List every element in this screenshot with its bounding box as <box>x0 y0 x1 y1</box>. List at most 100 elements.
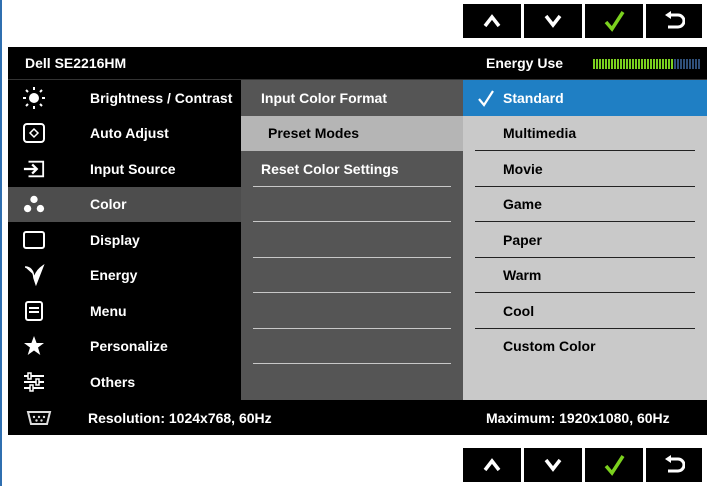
energy-meter-tick <box>620 59 622 69</box>
preset-option-label: Multimedia <box>503 125 577 142</box>
energy-meter-tick <box>659 59 661 69</box>
preset-option-movie[interactable]: Movie <box>463 151 707 187</box>
energy-icon <box>23 264 45 287</box>
maximum-resolution: Maximum: 1920x1080, 60Hz <box>486 410 670 426</box>
menu-item-personalize[interactable]: Personalize <box>8 329 241 365</box>
top-nav-buttons <box>463 4 702 38</box>
submenu-empty-row <box>241 329 463 365</box>
preset-option-label: Paper <box>503 231 542 248</box>
submenu-item-label: Input Color Format <box>261 89 387 106</box>
energy-meter-tick <box>692 59 694 69</box>
submenu-item-reset-color-settings[interactable]: Reset Color Settings <box>241 151 463 187</box>
menu-item-menu[interactable]: Menu <box>8 293 241 329</box>
menu-item-label: Auto Adjust <box>90 125 169 142</box>
ok-button[interactable] <box>585 4 643 38</box>
menu-item-label: Menu <box>90 302 127 319</box>
energy-meter-tick <box>599 59 601 69</box>
energy-meter-tick <box>656 59 658 69</box>
preset-option-paper[interactable]: Paper <box>463 222 707 258</box>
energy-meter-tick <box>662 59 664 69</box>
back-button[interactable] <box>646 4 702 38</box>
menu-item-label: Others <box>90 373 136 390</box>
checkmark-icon <box>604 455 625 476</box>
menu-item-brightness-contrast[interactable]: Brightness / Contrast <box>8 80 241 116</box>
input-source-icon <box>23 158 45 180</box>
osd-header: Dell SE2216HM Energy Use <box>8 47 707 80</box>
back-button[interactable] <box>646 448 702 482</box>
menu-item-auto-adjust[interactable]: Auto Adjust <box>8 116 241 152</box>
up-icon <box>483 458 501 472</box>
ok-button[interactable] <box>585 448 643 482</box>
preset-option-label: Movie <box>503 160 543 177</box>
bottom-nav-buttons <box>463 448 702 482</box>
energy-meter-tick <box>698 59 700 69</box>
preset-option-warm[interactable]: Warm <box>463 258 707 294</box>
energy-meter-tick <box>602 59 604 69</box>
down-icon <box>544 14 562 28</box>
preset-option-label: Warm <box>503 267 542 284</box>
energy-meter-tick <box>623 59 625 69</box>
preset-option-label: Game <box>503 196 542 213</box>
color-icon <box>23 193 45 215</box>
preset-option-label: Cool <box>503 302 535 319</box>
display-icon <box>23 229 45 251</box>
selected-checkmark-icon <box>477 89 495 112</box>
back-icon <box>665 11 685 29</box>
down-button[interactable] <box>524 448 582 482</box>
model-name: Dell SE2216HM <box>25 55 127 71</box>
energy-meter-tick <box>689 59 691 69</box>
menu-item-label: Personalize <box>90 338 168 355</box>
submenu-empty-row <box>241 222 463 258</box>
menu-item-color[interactable]: Color <box>8 186 241 222</box>
energy-meter-tick <box>608 59 610 69</box>
brightness-icon <box>23 86 45 109</box>
up-button[interactable] <box>463 4 521 38</box>
energy-meter-tick <box>626 59 628 69</box>
preset-option-game[interactable]: Game <box>463 187 707 223</box>
menu-item-others[interactable]: Others <box>8 364 241 400</box>
submenu-item-input-color-format[interactable]: Input Color Format <box>241 80 463 116</box>
preset-option-label: Custom Color <box>503 338 596 355</box>
menu-item-display[interactable]: Display <box>8 222 241 258</box>
energy-meter-tick <box>641 59 643 69</box>
energy-meter-tick <box>605 59 607 69</box>
energy-meter-tick <box>680 59 682 69</box>
energy-meter-tick <box>686 59 688 69</box>
current-resolution: Resolution: 1024x768, 60Hz <box>88 410 272 426</box>
preset-option-standard[interactable]: Standard <box>463 80 707 116</box>
preset-modes-options: Standard Multimedia Movie Game Paper Warm Cool… <box>463 80 707 400</box>
vga-connector-icon <box>25 410 53 431</box>
up-icon <box>483 14 501 28</box>
osd-panel: Dell SE2216HM Energy Use Brightness / Co… <box>8 47 707 435</box>
others-icon <box>23 371 45 393</box>
osd-footer: Resolution: 1024x768, 60Hz Maximum: 1920… <box>8 400 707 435</box>
submenu-empty-row <box>241 258 463 294</box>
menu-item-input-source[interactable]: Input Source <box>8 151 241 187</box>
energy-meter-tick <box>671 59 673 69</box>
energy-use-label: Energy Use <box>486 55 564 71</box>
back-icon <box>665 455 685 473</box>
menu-icon <box>23 300 45 322</box>
energy-meter-tick <box>683 59 685 69</box>
preset-option-multimedia[interactable]: Multimedia <box>463 116 707 152</box>
energy-meter-tick <box>593 59 595 69</box>
preset-option-cool[interactable]: Cool <box>463 293 707 329</box>
menu-item-label: Display <box>90 231 140 248</box>
menu-item-label: Color <box>90 196 127 213</box>
color-submenu: Input Color Format Preset Modes Reset Colo… <box>241 80 463 400</box>
submenu-item-label: Preset Modes <box>268 125 360 142</box>
checkmark-icon <box>604 11 625 32</box>
energy-meter <box>593 59 701 69</box>
preset-option-custom-color[interactable]: Custom Color <box>463 329 707 365</box>
submenu-item-preset-modes[interactable]: Preset Modes <box>241 115 463 151</box>
menu-item-label: Brightness / Contrast <box>90 89 233 106</box>
menu-item-energy[interactable]: Energy <box>8 258 241 294</box>
down-icon <box>544 458 562 472</box>
down-button[interactable] <box>524 4 582 38</box>
energy-meter-tick <box>695 59 697 69</box>
preset-option-label: Standard <box>503 89 564 106</box>
energy-meter-tick <box>635 59 637 69</box>
up-button[interactable] <box>463 448 521 482</box>
energy-meter-tick <box>647 59 649 69</box>
submenu-empty-row <box>241 293 463 329</box>
